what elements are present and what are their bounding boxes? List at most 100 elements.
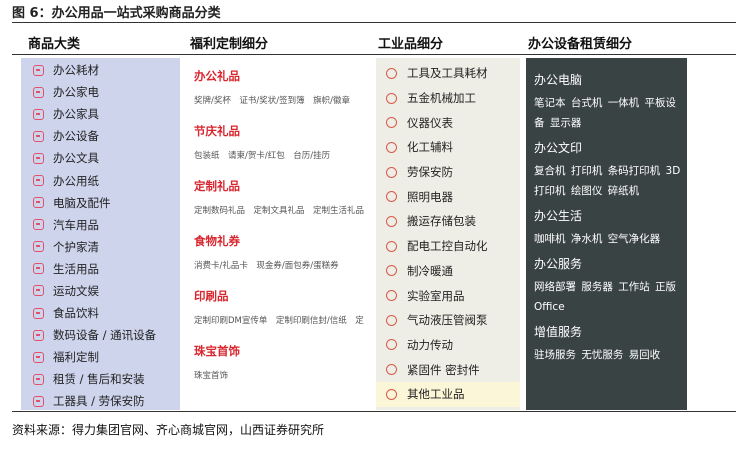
category-label: 租赁 / 售后和安装 <box>53 372 145 387</box>
welfare-section-title[interactable]: 珠宝首饰 <box>194 343 370 359</box>
stationery-icon <box>33 152 44 164</box>
leasing-group: 办公生活 咖啡机 净水机 空气净化器 <box>534 207 681 249</box>
leasing-item[interactable]: 绘图仪 <box>571 185 603 197</box>
welfare-section-title[interactable]: 食物礼券 <box>194 233 370 249</box>
category-item[interactable]: 办公耗材 <box>21 59 180 81</box>
category-item[interactable]: 办公文具 <box>21 147 180 169</box>
leasing-group-title[interactable]: 办公文印 <box>534 139 681 156</box>
leasing-item[interactable]: 净水机 <box>571 233 603 245</box>
leasing-item[interactable]: 驻场服务 <box>534 349 576 361</box>
category-item[interactable]: 办公家电 <box>21 81 180 103</box>
industrial-item[interactable]: 照明电器 <box>376 184 520 209</box>
box-icon <box>386 215 397 227</box>
category-item[interactable]: 生活用品 <box>21 258 180 280</box>
leasing-group-title[interactable]: 增值服务 <box>534 323 681 340</box>
leasing-item[interactable]: 笔记本 <box>534 97 566 109</box>
industrial-item[interactable]: 五金机械加工 <box>376 86 520 111</box>
category-label: 办公家电 <box>53 85 99 100</box>
category-item[interactable]: 汽车用品 <box>21 214 180 236</box>
leasing-group: 办公服务 网络部署 服务器 工作站 正版Office <box>534 255 681 317</box>
valve-icon <box>386 314 397 326</box>
industrial-item[interactable]: 气动液压管阀泵 <box>376 308 520 333</box>
welfare-section-title[interactable]: 定制礼品 <box>194 178 370 194</box>
industrial-label: 其他工业品 <box>407 387 465 402</box>
industrial-item[interactable]: 工具及工具耗材 <box>376 61 520 86</box>
category-item[interactable]: 福利定制 <box>21 346 180 368</box>
category-label: 办公文具 <box>53 151 99 166</box>
appliance-icon <box>33 86 44 98</box>
category-item[interactable]: 数码设备 / 通讯设备 <box>21 324 180 346</box>
gear-icon <box>386 339 397 351</box>
industrial-item[interactable]: 搬运存储包装 <box>376 209 520 234</box>
industrial-label: 照明电器 <box>407 189 453 204</box>
lease-icon <box>33 373 44 385</box>
welfare-section-subs: 定制印刷DM宣传单 定制印刷信封/信纸 定 <box>194 316 364 326</box>
leasing-group-items: 复合机 打印机 条码打印机 3D打印机 绘图仪 碎纸机 <box>534 161 681 201</box>
welfare-section-title[interactable]: 节庆礼品 <box>194 123 370 139</box>
leasing-item[interactable]: 易回收 <box>629 349 661 361</box>
category-item[interactable]: 工器具 / 劳保安防 <box>21 390 180 410</box>
industrial-label: 工具及工具耗材 <box>407 66 488 81</box>
leasing-group-title[interactable]: 办公服务 <box>534 255 681 272</box>
industrial-item[interactable]: 化工辅料 <box>376 135 520 160</box>
flask-icon <box>386 141 397 153</box>
category-item[interactable]: 办公家具 <box>21 103 180 125</box>
category-label: 运动文娱 <box>53 283 99 298</box>
personal-care-icon <box>33 241 44 253</box>
category-label: 办公设备 <box>53 129 99 144</box>
category-label: 办公用纸 <box>53 173 99 188</box>
industrial-item[interactable]: 其他工业品 <box>376 381 520 407</box>
welfare-section-title[interactable]: 印刷品 <box>194 288 370 304</box>
leasing-item[interactable]: 网络部署 <box>534 281 576 293</box>
leasing-item[interactable]: 服务器 <box>581 281 613 293</box>
leasing-item[interactable]: 碎纸机 <box>608 185 640 197</box>
industrial-item[interactable]: 制冷暖通 <box>376 259 520 284</box>
industrial-label: 制冷暖通 <box>407 263 453 278</box>
leasing-item[interactable]: 复合机 <box>534 165 566 177</box>
leasing-item[interactable]: 条码打印机 <box>608 165 661 177</box>
welfare-section: 食物礼券 消费卡/礼品卡 现金券/面包券/蛋糕券 <box>194 233 370 288</box>
welfare-section-subs: 包装纸 请柬/贺卡/红包 台历/挂历 <box>194 151 331 161</box>
industrial-label: 仪器仪表 <box>407 115 453 130</box>
industrial-item[interactable]: 配电工控自动化 <box>376 234 520 259</box>
category-label: 个护家清 <box>53 239 99 254</box>
leasing-group: 办公电脑 笔记本 台式机 一体机 平板设备 显示器 <box>534 71 681 133</box>
food-icon <box>33 307 44 319</box>
category-item[interactable]: 电脑及配件 <box>21 192 180 214</box>
leasing-item[interactable]: 空气净化器 <box>608 233 661 245</box>
category-label: 福利定制 <box>53 350 99 365</box>
furniture-icon <box>33 108 44 120</box>
header-rule <box>12 54 736 55</box>
other-icon <box>386 388 397 400</box>
header-categories: 商品大类 <box>28 37 81 52</box>
industrial-label: 配电工控自动化 <box>407 239 488 254</box>
sports-icon <box>33 285 44 297</box>
welfare-panel: 办公礼品 奖牌/奖杯 证书/奖状/签到簿 旗帜/徽章 节庆礼品 包装纸 请柬/贺… <box>184 58 370 410</box>
category-item[interactable]: 租赁 / 售后和安装 <box>21 368 180 390</box>
industrial-item[interactable]: 实验室用品 <box>376 283 520 308</box>
category-item[interactable]: 办公设备 <box>21 125 180 147</box>
industrial-item[interactable]: 紧固件 密封件 <box>376 357 520 382</box>
industrial-item[interactable]: 动力传动 <box>376 333 520 358</box>
category-item[interactable]: 食品饮料 <box>21 302 180 324</box>
industrial-item[interactable]: 劳保安防 <box>376 160 520 185</box>
category-item[interactable]: 运动文娱 <box>21 280 180 302</box>
industrial-item[interactable]: 仪器仪表 <box>376 110 520 135</box>
welfare-section: 定制礼品 定制数码礼品 定制文具礼品 定制生活礼品 <box>194 178 370 233</box>
industrial-label: 实验室用品 <box>407 288 465 303</box>
source-note: 资料来源：得力集团官网、齐心商城官网，山西证券研究所 <box>12 423 325 437</box>
leasing-item[interactable]: 无忧服务 <box>581 349 623 361</box>
leasing-item[interactable]: 显示器 <box>550 117 582 129</box>
category-item[interactable]: 办公用纸 <box>21 169 180 191</box>
leasing-item[interactable]: 打印机 <box>571 165 603 177</box>
welfare-section-subs: 定制数码礼品 定制文具礼品 定制生活礼品 <box>194 206 365 216</box>
leasing-item[interactable]: 台式机 <box>571 97 603 109</box>
leasing-item[interactable]: 一体机 <box>608 97 640 109</box>
welfare-section-title[interactable]: 办公礼品 <box>194 68 370 84</box>
leasing-item[interactable]: 工作站 <box>618 281 650 293</box>
leasing-group-title[interactable]: 办公生活 <box>534 207 681 224</box>
category-item[interactable]: 个护家清 <box>21 236 180 258</box>
welfare-section: 珠宝首饰 珠宝首饰 <box>194 343 370 398</box>
leasing-item[interactable]: 咖啡机 <box>534 233 566 245</box>
leasing-group-title[interactable]: 办公电脑 <box>534 71 681 88</box>
